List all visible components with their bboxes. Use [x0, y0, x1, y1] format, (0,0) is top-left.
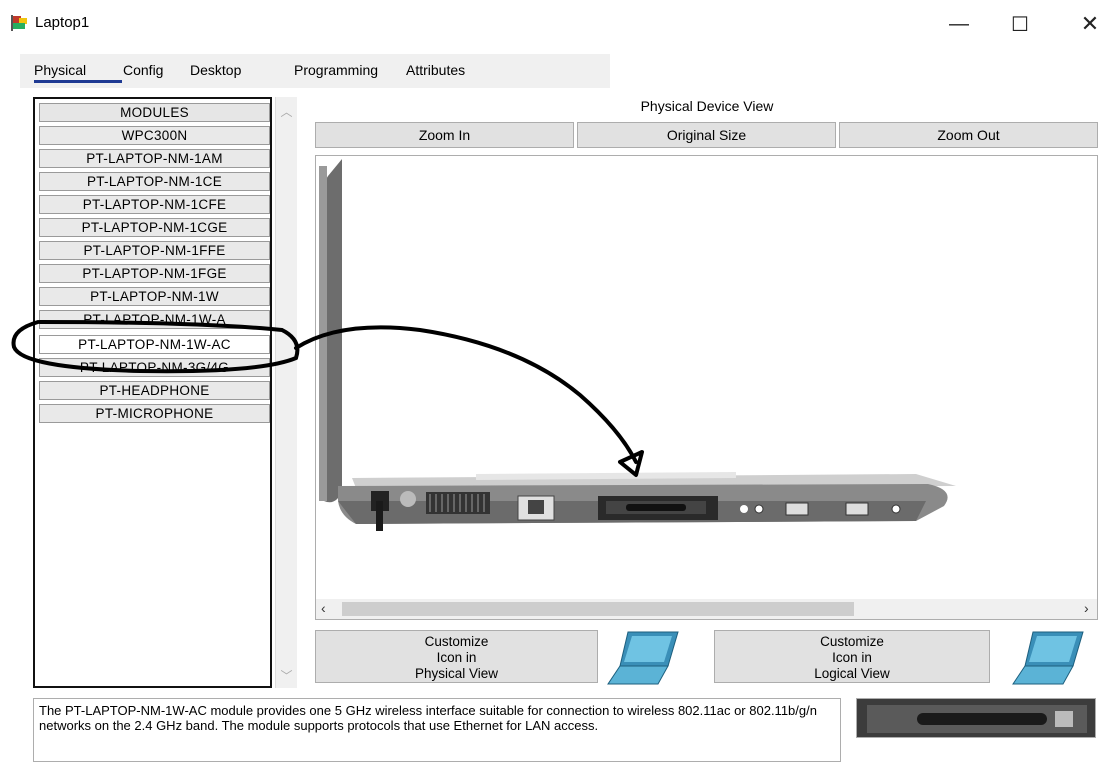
device-viewport[interactable]: [315, 155, 1098, 620]
close-button[interactable]: ✕: [1070, 10, 1110, 38]
module-description: The PT-LAPTOP-NM-1W-AC module provides o…: [33, 698, 841, 762]
laptop-physical-icon: [607, 631, 679, 685]
maximize-button[interactable]: ☐: [1000, 10, 1040, 38]
module-item[interactable]: PT-LAPTOP-NM-1CFE: [39, 195, 270, 214]
minimize-button[interactable]: —: [939, 10, 979, 38]
laptop-app-icon: [11, 15, 27, 31]
laptop-side-view-image: [319, 159, 956, 531]
tab-physical[interactable]: Physical: [34, 62, 86, 78]
tab-config[interactable]: Config: [123, 62, 163, 78]
horizontal-scrollbar[interactable]: ‹ ›: [316, 599, 1097, 619]
module-item[interactable]: PT-LAPTOP-NM-1FFE: [39, 241, 270, 260]
module-item[interactable]: PT-LAPTOP-NM-1AM: [39, 149, 270, 168]
module-item[interactable]: PT-LAPTOP-NM-1W: [39, 287, 270, 306]
zoom-in-button[interactable]: Zoom In: [315, 122, 574, 148]
module-item[interactable]: PT-LAPTOP-NM-3G/4G: [39, 358, 270, 377]
module-item-highlighted[interactable]: PT-LAPTOP-NM-1W-AC: [39, 335, 270, 354]
scroll-up-icon[interactable]: ︿: [276, 103, 297, 120]
active-tab-indicator: [34, 80, 122, 83]
tab-bar: Physical Config Desktop Programming Attr…: [20, 54, 610, 88]
laptop-logical-icon: [1012, 631, 1084, 685]
window-title: Laptop1: [35, 14, 90, 31]
module-item[interactable]: PT-LAPTOP-NM-1FGE: [39, 264, 270, 283]
physical-device-view-title: Physical Device View: [640, 98, 774, 114]
module-list-header: MODULES: [39, 103, 270, 122]
tab-programming[interactable]: Programming: [294, 62, 378, 78]
tab-desktop[interactable]: Desktop: [190, 62, 241, 78]
zoom-out-button[interactable]: Zoom Out: [839, 122, 1098, 148]
module-item[interactable]: PT-LAPTOP-NM-1W-A: [39, 310, 270, 329]
customize-logical-icon-button[interactable]: Customize Icon in Logical View: [714, 630, 990, 683]
scroll-left-icon[interactable]: ‹: [321, 600, 326, 616]
scroll-right-icon[interactable]: ›: [1084, 600, 1089, 616]
tab-attributes[interactable]: Attributes: [406, 62, 465, 78]
module-preview-image: [856, 698, 1096, 738]
scroll-down-icon[interactable]: ﹀: [276, 667, 297, 684]
module-item[interactable]: WPC300N: [39, 126, 270, 145]
module-list-scrollbar[interactable]: ︿ ﹀: [275, 97, 297, 688]
original-size-button[interactable]: Original Size: [577, 122, 836, 148]
scrollbar-thumb[interactable]: [342, 602, 854, 616]
module-item[interactable]: PT-HEADPHONE: [39, 381, 270, 400]
module-item[interactable]: PT-LAPTOP-NM-1CGE: [39, 218, 270, 237]
title-bar: Laptop1 — ☐ ✕: [0, 0, 1113, 50]
module-item[interactable]: PT-MICROPHONE: [39, 404, 270, 423]
module-item[interactable]: PT-LAPTOP-NM-1CE: [39, 172, 270, 191]
customize-physical-icon-button[interactable]: Customize Icon in Physical View: [315, 630, 598, 683]
module-list: MODULES WPC300N PT-LAPTOP-NM-1AM PT-LAPT…: [33, 97, 272, 688]
